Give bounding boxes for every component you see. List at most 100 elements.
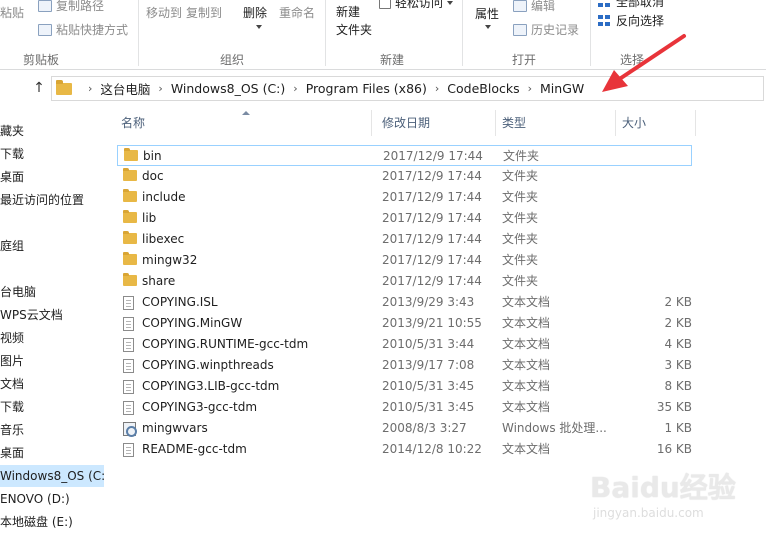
nav-item-documents[interactable]: 文档 [0,373,104,395]
file-row[interactable]: COPYING3-gcc-tdm 2010/5/31 3:45 文本文档 35 KB [117,397,692,418]
file-row[interactable]: doc 2017/12/9 17:44 文件夹 [117,166,692,187]
text-file-icon [123,359,134,373]
paste-button[interactable]: 粘贴 [0,5,24,21]
breadcrumb-c-drive[interactable]: Windows8_OS (C:) [171,81,285,96]
file-row[interactable]: COPYING3.LIB-gcc-tdm 2010/5/31 3:45 文本文档 8 … [117,376,692,397]
move-to-label: 移动到 [146,6,183,20]
chevron-right-icon[interactable]: › [158,82,162,95]
file-modified-date: 2017/12/9 17:44 [383,149,483,163]
nav-item-wps-cloud[interactable]: WPS云文档 [0,304,104,326]
file-type: Windows 批处理... [502,421,607,435]
open-group-label: 打开 [512,53,537,67]
delete-label: 删除 [243,6,268,20]
file-name: lib [142,211,157,225]
edit-icon [513,0,527,12]
file-name: include [142,190,186,204]
chevron-right-icon[interactable]: › [293,82,297,95]
edit-button[interactable]: 编辑 [513,0,555,14]
new-folder-button[interactable]: 新建 文件夹 [336,4,372,38]
navigation-pane: 藏夹 下载 桌面 最近访问的位置 庭组 台电脑 WPS云文档 视频 图片 文档 … [0,110,104,535]
delete-dropdown-icon[interactable] [256,25,262,29]
column-header-date[interactable]: 修改日期 [371,110,495,136]
paste-shortcut-button[interactable]: 粘贴快捷方式 [38,22,128,38]
file-size: 4 KB [664,337,692,351]
folder-icon [123,231,137,244]
file-modified-date: 2014/12/8 10:22 [382,442,482,456]
file-type: 文件夹 [502,190,539,204]
delete-button[interactable]: 删除 [243,5,267,21]
nav-item-pictures[interactable]: 图片 [0,350,104,372]
nav-item-e-drive[interactable]: 本地磁盘 (E:) [0,511,104,533]
properties-button[interactable]: 属性 [475,6,499,22]
chevron-right-icon[interactable]: › [528,82,532,95]
file-row[interactable]: include 2017/12/9 17:44 文件夹 [117,187,692,208]
folder-icon [124,148,138,161]
select-all-button[interactable]: 全部取消 [598,0,664,10]
chevron-right-icon[interactable]: › [435,82,439,95]
annotation-arrow-icon [602,34,686,92]
column-header-size[interactable]: 大小 [615,110,695,136]
nav-item-downloads[interactable]: 下载 [0,143,104,165]
folder-icon [123,189,137,202]
nav-item-d-drive[interactable]: ENOVO (D:) [0,488,104,510]
nav-item-music[interactable]: 音乐 [0,419,104,441]
file-name: doc [142,169,164,183]
column-header-name[interactable]: 名称 [105,110,371,136]
file-row[interactable]: lib 2017/12/9 17:44 文件夹 [117,208,692,229]
ribbon-divider [462,0,463,66]
file-modified-date: 2008/8/3 3:27 [382,421,467,435]
nav-item-videos[interactable]: 视频 [0,327,104,349]
edit-label: 编辑 [531,0,556,13]
nav-item-downloads-pc[interactable]: 下载 [0,396,104,418]
breadcrumb-this-pc[interactable]: 这台电脑 [100,79,150,98]
file-name: COPYING.ISL [142,295,218,309]
nav-item-recent-places[interactable]: 最近访问的位置 [0,189,104,211]
file-row[interactable]: bin 2017/12/9 17:44 文件夹 [117,145,692,166]
file-row[interactable]: share 2017/12/9 17:44 文件夹 [117,271,692,292]
nav-item-homegroup[interactable]: 庭组 [0,235,104,257]
file-row[interactable]: COPYING.winpthreads 2013/9/17 7:08 文本文档 3 K… [117,355,692,376]
file-row[interactable]: mingwvars 2008/8/3 3:27 Windows 批处理... 1 KB [117,418,692,439]
chevron-right-icon[interactable]: › [88,82,92,95]
nav-item-desktop[interactable]: 桌面 [0,166,104,188]
nav-item-desktop-pc[interactable]: 桌面 [0,442,104,464]
text-file-icon [123,317,134,331]
breadcrumb-program-files[interactable]: Program Files (x86) [306,81,427,96]
breadcrumb-mingw[interactable]: MinGW [540,81,584,96]
nav-item-c-drive[interactable]: Windows8_OS (C:) [0,465,104,487]
select-all-label: 全部取消 [616,0,665,9]
file-type: 文件夹 [502,274,539,288]
file-name: libexec [142,232,185,246]
file-row[interactable]: mingw32 2017/12/9 17:44 文件夹 [117,250,692,271]
column-header-type[interactable]: 类型 [495,110,615,136]
ribbon-divider [590,0,591,66]
nav-item-favorites[interactable]: 藏夹 [0,120,104,142]
history-icon [513,24,527,36]
file-row[interactable]: README-gcc-tdm 2014/12/8 10:22 文本文档 16 KB [117,439,692,460]
copy-to-button[interactable]: 复制到 [186,5,222,21]
column-divider[interactable] [695,110,696,136]
copy-path-button[interactable]: 复制路径 [38,0,104,14]
breadcrumb-codeblocks[interactable]: CodeBlocks [447,81,519,96]
nav-item-this-pc[interactable]: 台电脑 [0,281,104,303]
rename-button[interactable]: 重命名 [279,5,315,21]
invert-selection-icon [598,15,612,27]
easy-access-button[interactable]: 轻松访问 [379,0,454,11]
file-name: share [142,274,176,288]
file-row[interactable]: COPYING.ISL 2013/9/29 3:43 文本文档 2 KB [117,292,692,313]
easy-access-dropdown-icon [447,1,454,5]
batch-file-icon [123,422,137,437]
invert-selection-button[interactable]: 反向选择 [598,13,664,29]
file-row[interactable]: COPYING.MinGW 2013/9/21 10:55 文本文档 2 KB [117,313,692,334]
history-button[interactable]: 历史记录 [513,22,579,38]
file-name: COPYING.winpthreads [142,358,274,372]
properties-dropdown-icon[interactable] [485,25,491,29]
file-size: 16 KB [656,442,692,456]
file-row[interactable]: libexec 2017/12/9 17:44 文件夹 [117,229,692,250]
up-arrow-icon[interactable]: ↑ [31,79,47,97]
file-row[interactable]: COPYING.RUNTIME-gcc-tdm 2010/5/31 3:44 文本文… [117,334,692,355]
new-group-label: 新建 [380,53,405,67]
ribbon-divider [138,0,139,66]
file-modified-date: 2013/9/29 3:43 [382,295,475,309]
move-to-button[interactable]: 移动到 [146,5,182,21]
